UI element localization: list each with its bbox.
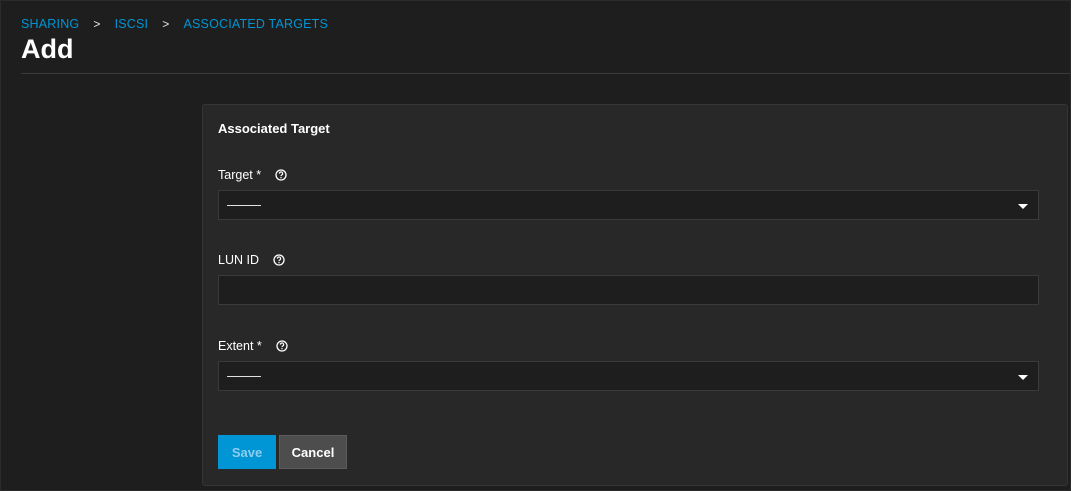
app-window: SHARING > ISCSI > ASSOCIATED TARGETS Add… (0, 0, 1071, 491)
form-title: Associated Target (218, 121, 330, 136)
breadcrumb-associated-targets-link[interactable]: ASSOCIATED TARGETS (183, 17, 328, 31)
lun-id-field-box (218, 275, 1039, 305)
target-select[interactable] (218, 190, 1039, 220)
breadcrumb-separator: > (162, 17, 170, 31)
extent-select-empty-value (227, 376, 261, 377)
breadcrumb-sharing-link[interactable]: SHARING (21, 17, 79, 31)
help-circle-icon[interactable] (276, 340, 288, 352)
header-divider (21, 73, 1070, 74)
chevron-down-icon (1018, 375, 1028, 380)
breadcrumb-iscsi-link[interactable]: ISCSI (115, 17, 149, 31)
chevron-down-icon (1018, 204, 1028, 209)
extent-select[interactable] (218, 361, 1039, 391)
extent-field-label-row: Extent * (218, 339, 288, 353)
associated-target-form-card: Associated Target Target * LUN ID Extent… (202, 104, 1068, 486)
lun-id-field-label-row: LUN ID (218, 253, 285, 267)
breadcrumb-separator: > (93, 17, 101, 31)
lun-id-label: LUN ID (218, 253, 259, 267)
cancel-button[interactable]: Cancel (279, 435, 347, 469)
save-button[interactable]: Save (218, 435, 276, 469)
page-title: Add (21, 34, 74, 64)
breadcrumb: SHARING > ISCSI > ASSOCIATED TARGETS (21, 16, 328, 32)
help-circle-icon[interactable] (275, 169, 287, 181)
lun-id-input[interactable] (219, 276, 1038, 304)
help-circle-icon[interactable] (273, 254, 285, 266)
page-header: SHARING > ISCSI > ASSOCIATED TARGETS Add (1, 1, 1070, 74)
target-select-empty-value (227, 205, 261, 206)
target-label: Target * (218, 168, 262, 182)
extent-label: Extent * (218, 339, 262, 353)
target-field-label-row: Target * (218, 168, 287, 182)
